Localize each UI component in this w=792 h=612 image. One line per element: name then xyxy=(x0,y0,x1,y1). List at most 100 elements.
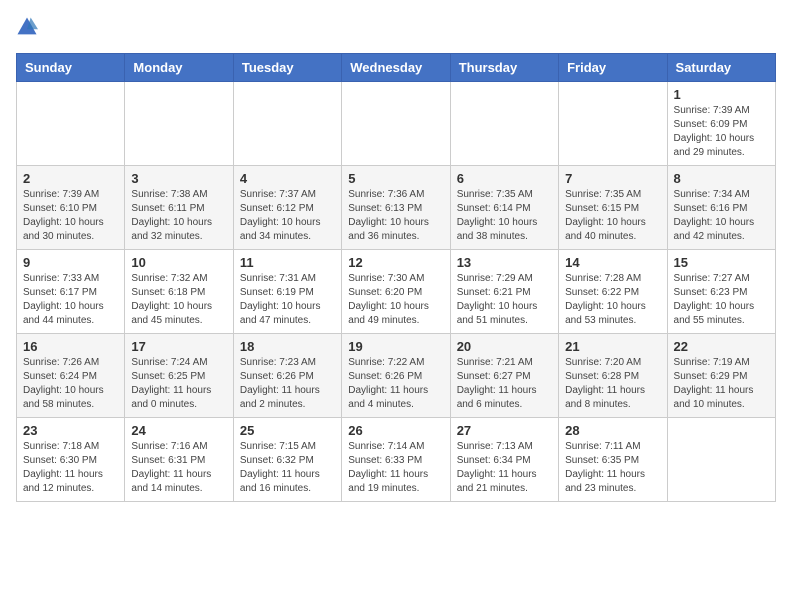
day-number: 13 xyxy=(457,255,552,270)
cell-week0-day1 xyxy=(125,82,233,166)
cell-week2-day0: 9 Sunrise: 7:33 AM Sunset: 6:17 PM Daylig… xyxy=(17,250,125,334)
day-info: Sunrise: 7:21 AM Sunset: 6:27 PM Dayligh… xyxy=(457,356,552,412)
header-day-wednesday: Wednesday xyxy=(342,54,450,82)
day-info: Sunrise: 7:34 AM Sunset: 6:16 PM Dayligh… xyxy=(674,188,769,244)
day-info: Sunrise: 7:20 AM Sunset: 6:28 PM Dayligh… xyxy=(565,356,660,412)
cell-week3-day0: 16Sunrise: 7:26 AM Sunset: 6:24 PM Dayli… xyxy=(17,334,125,418)
logo xyxy=(16,16,42,43)
day-number: 5 xyxy=(348,171,443,186)
day-info: Sunrise: 7:16 AM Sunset: 6:31 PM Dayligh… xyxy=(131,440,226,496)
day-info: Sunrise: 7:36 AM Sunset: 6:13 PM Dayligh… xyxy=(348,188,443,244)
day-info: Sunrise: 7:24 AM Sunset: 6:25 PM Dayligh… xyxy=(131,356,226,412)
cell-week4-day3: 26 Sunrise: 7:14 AM Sunset: 6:33 PM Dayli… xyxy=(342,418,450,502)
cell-week3-day3: 19 Sunrise: 7:22 AM Sunset: 6:26 PM Dayli… xyxy=(342,334,450,418)
day-number: 15 xyxy=(674,255,769,270)
day-info: Sunrise: 7:15 AM Sunset: 6:32 PM Dayligh… xyxy=(240,440,335,496)
header-day-friday: Friday xyxy=(559,54,667,82)
day-number: 17 xyxy=(131,339,226,354)
cell-week1-day1: 3 Sunrise: 7:38 AM Sunset: 6:11 PM Daylig… xyxy=(125,166,233,250)
cell-week1-day4: 6Sunrise: 7:35 AM Sunset: 6:14 PM Daylig… xyxy=(450,166,558,250)
cell-week0-day0 xyxy=(17,82,125,166)
cell-week4-day6 xyxy=(667,418,775,502)
day-number: 24 xyxy=(131,423,226,438)
cell-week1-day0: 2 Sunrise: 7:39 AM Sunset: 6:10 PM Daylig… xyxy=(17,166,125,250)
cell-week3-day1: 17 Sunrise: 7:24 AM Sunset: 6:25 PM Dayli… xyxy=(125,334,233,418)
day-number: 8 xyxy=(674,171,769,186)
day-info: Sunrise: 7:14 AM Sunset: 6:33 PM Dayligh… xyxy=(348,440,443,496)
day-info: Sunrise: 7:35 AM Sunset: 6:15 PM Dayligh… xyxy=(565,188,660,244)
day-info: Sunrise: 7:38 AM Sunset: 6:11 PM Dayligh… xyxy=(131,188,226,244)
day-info: Sunrise: 7:28 AM Sunset: 6:22 PM Dayligh… xyxy=(565,272,660,328)
cell-week1-day6: 8 Sunrise: 7:34 AM Sunset: 6:16 PM Daylig… xyxy=(667,166,775,250)
day-number: 18 xyxy=(240,339,335,354)
day-info: Sunrise: 7:39 AM Sunset: 6:10 PM Dayligh… xyxy=(23,188,118,244)
day-info: Sunrise: 7:31 AM Sunset: 6:19 PM Dayligh… xyxy=(240,272,335,328)
cell-week3-day2: 18 Sunrise: 7:23 AM Sunset: 6:26 PM Dayli… xyxy=(233,334,341,418)
cell-week2-day3: 12 Sunrise: 7:30 AM Sunset: 6:20 PM Dayli… xyxy=(342,250,450,334)
day-number: 20 xyxy=(457,339,552,354)
day-number: 28 xyxy=(565,423,660,438)
day-info: Sunrise: 7:19 AM Sunset: 6:29 PM Dayligh… xyxy=(674,356,769,412)
cell-week1-day2: 4 Sunrise: 7:37 AM Sunset: 6:12 PM Daylig… xyxy=(233,166,341,250)
day-info: Sunrise: 7:35 AM Sunset: 6:14 PM Dayligh… xyxy=(457,188,552,244)
day-number: 14 xyxy=(565,255,660,270)
cell-week3-day4: 20 Sunrise: 7:21 AM Sunset: 6:27 PM Dayli… xyxy=(450,334,558,418)
day-number: 19 xyxy=(348,339,443,354)
calendar: SundayMondayTuesdayWednesdayThursdayFrid… xyxy=(16,53,776,502)
cell-week4-day4: 27 Sunrise: 7:13 AM Sunset: 6:34 PM Dayli… xyxy=(450,418,558,502)
cell-week1-day3: 5 Sunrise: 7:36 AM Sunset: 6:13 PM Daylig… xyxy=(342,166,450,250)
day-number: 2 xyxy=(23,171,118,186)
header-day-thursday: Thursday xyxy=(450,54,558,82)
cell-week4-day5: 28 Sunrise: 7:11 AM Sunset: 6:35 PM Dayli… xyxy=(559,418,667,502)
cell-week4-day2: 25 Sunrise: 7:15 AM Sunset: 6:32 PM Dayli… xyxy=(233,418,341,502)
day-info: Sunrise: 7:29 AM Sunset: 6:21 PM Dayligh… xyxy=(457,272,552,328)
day-info: Sunrise: 7:11 AM Sunset: 6:35 PM Dayligh… xyxy=(565,440,660,496)
header-day-saturday: Saturday xyxy=(667,54,775,82)
cell-week2-day5: 14 Sunrise: 7:28 AM Sunset: 6:22 PM Dayli… xyxy=(559,250,667,334)
day-info: Sunrise: 7:22 AM Sunset: 6:26 PM Dayligh… xyxy=(348,356,443,412)
cell-week2-day1: 10 Sunrise: 7:32 AM Sunset: 6:18 PM Dayli… xyxy=(125,250,233,334)
cell-week4-day0: 23 Sunrise: 7:18 AM Sunset: 6:30 PM Dayli… xyxy=(17,418,125,502)
day-number: 26 xyxy=(348,423,443,438)
header-day-sunday: Sunday xyxy=(17,54,125,82)
day-info: Sunrise: 7:26 AM Sunset: 6:24 PM Dayligh… xyxy=(23,356,118,412)
cell-week2-day4: 13 Sunrise: 7:29 AM Sunset: 6:21 PM Dayli… xyxy=(450,250,558,334)
day-info: Sunrise: 7:18 AM Sunset: 6:30 PM Dayligh… xyxy=(23,440,118,496)
day-number: 21 xyxy=(565,339,660,354)
day-info: Sunrise: 7:30 AM Sunset: 6:20 PM Dayligh… xyxy=(348,272,443,328)
cell-week2-day2: 11 Sunrise: 7:31 AM Sunset: 6:19 PM Dayli… xyxy=(233,250,341,334)
cell-week0-day4 xyxy=(450,82,558,166)
day-info: Sunrise: 7:32 AM Sunset: 6:18 PM Dayligh… xyxy=(131,272,226,328)
day-number: 27 xyxy=(457,423,552,438)
header xyxy=(16,16,776,43)
cell-week3-day5: 21 Sunrise: 7:20 AM Sunset: 6:28 PM Dayli… xyxy=(559,334,667,418)
day-number: 7 xyxy=(565,171,660,186)
day-info: Sunrise: 7:39 AM Sunset: 6:09 PM Dayligh… xyxy=(674,104,769,160)
day-info: Sunrise: 7:23 AM Sunset: 6:26 PM Dayligh… xyxy=(240,356,335,412)
cell-week0-day5 xyxy=(559,82,667,166)
day-info: Sunrise: 7:27 AM Sunset: 6:23 PM Dayligh… xyxy=(674,272,769,328)
cell-week1-day5: 7 Sunrise: 7:35 AM Sunset: 6:15 PM Daylig… xyxy=(559,166,667,250)
header-day-tuesday: Tuesday xyxy=(233,54,341,82)
day-number: 12 xyxy=(348,255,443,270)
day-info: Sunrise: 7:33 AM Sunset: 6:17 PM Dayligh… xyxy=(23,272,118,328)
cell-week0-day6: 1 Sunrise: 7:39 AM Sunset: 6:09 PM Daylig… xyxy=(667,82,775,166)
day-number: 10 xyxy=(131,255,226,270)
day-number: 1 xyxy=(674,87,769,102)
cell-week4-day1: 24 Sunrise: 7:16 AM Sunset: 6:31 PM Dayli… xyxy=(125,418,233,502)
day-number: 23 xyxy=(23,423,118,438)
day-number: 25 xyxy=(240,423,335,438)
day-number: 9 xyxy=(23,255,118,270)
cell-week0-day2 xyxy=(233,82,341,166)
cell-week2-day6: 15 Sunrise: 7:27 AM Sunset: 6:23 PM Dayli… xyxy=(667,250,775,334)
day-info: Sunrise: 7:13 AM Sunset: 6:34 PM Dayligh… xyxy=(457,440,552,496)
cell-week0-day3 xyxy=(342,82,450,166)
header-day-monday: Monday xyxy=(125,54,233,82)
cell-week3-day6: 22 Sunrise: 7:19 AM Sunset: 6:29 PM Dayli… xyxy=(667,334,775,418)
logo-icon xyxy=(16,16,38,38)
day-number: 11 xyxy=(240,255,335,270)
day-number: 4 xyxy=(240,171,335,186)
day-number: 3 xyxy=(131,171,226,186)
day-info: Sunrise: 7:37 AM Sunset: 6:12 PM Dayligh… xyxy=(240,188,335,244)
day-number: 22 xyxy=(674,339,769,354)
